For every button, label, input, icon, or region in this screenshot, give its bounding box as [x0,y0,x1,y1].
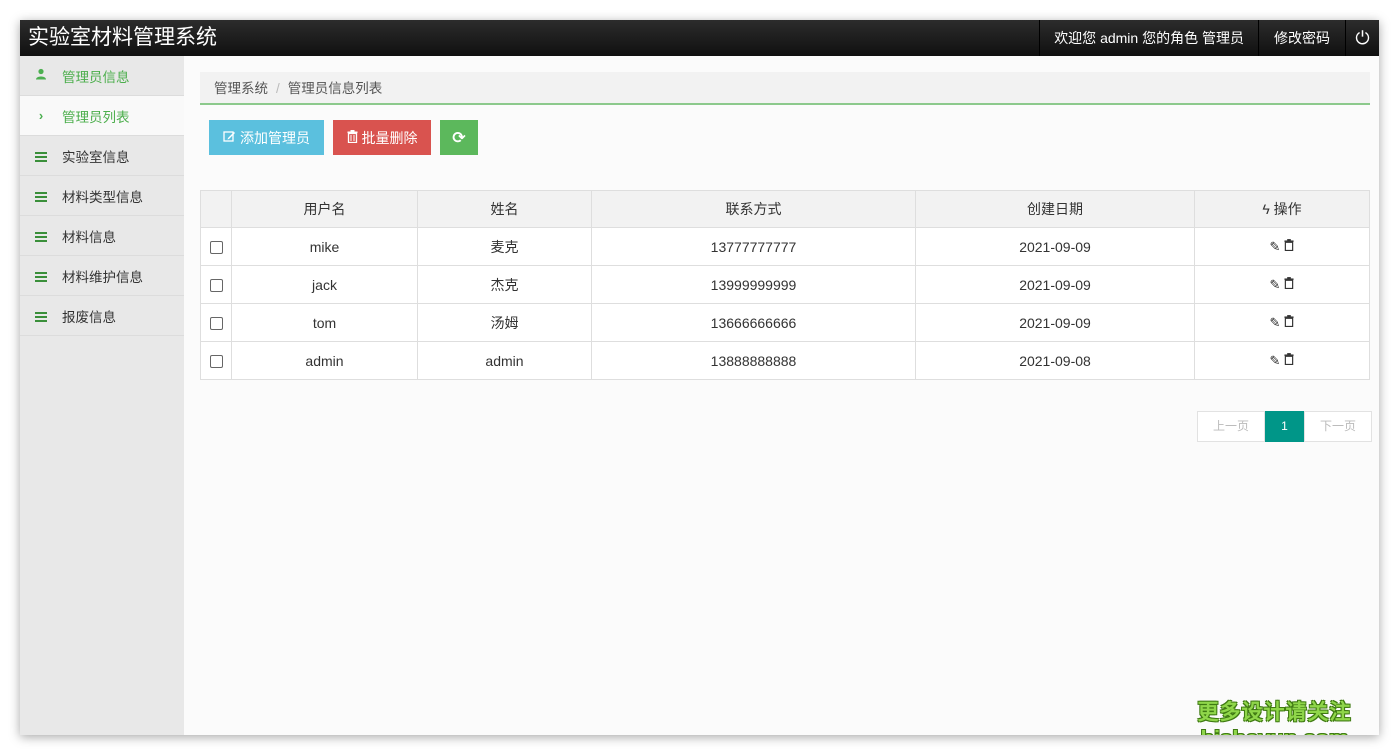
trash-icon [347,129,358,146]
edit-icon[interactable]: ✎ [1270,353,1281,368]
sidebar-item-label: 材料类型信息 [62,189,143,205]
sidebar-item-material-type[interactable]: 材料类型信息 [20,176,184,216]
row-checkbox-cell [200,303,232,342]
app-window: 实验室材料管理系统 欢迎您 admin 您的角色 管理员 修改密码 ⏻ 管理员信… [20,20,1379,735]
header-phone: 联系方式 [591,190,916,228]
header-created: 创建日期 [915,190,1195,228]
table-row: mike 麦克 13777777777 2021-09-09 ✎ [200,227,1370,266]
sidebar: 管理员信息 › 管理员列表 实验室信息 材料类型信息 材料信息 材料维护信息 报… [20,56,184,735]
breadcrumb: 管理系统 / 管理员信息列表 [200,72,1370,105]
top-navbar: 实验室材料管理系统 欢迎您 admin 您的角色 管理员 修改密码 ⏻ [20,20,1379,56]
cell-username: admin [231,341,418,380]
header-username: 用户名 [231,190,418,228]
breadcrumb-current: 管理员信息列表 [287,81,383,96]
header-name: 姓名 [417,190,592,228]
header-checkbox-cell [200,190,232,228]
row-checkbox-cell [200,341,232,380]
table-header-row: 用户名 姓名 联系方式 创建日期 ϟ 操作 [200,190,1370,228]
page-1-button[interactable]: 1 [1265,411,1304,442]
pagination: 上一页 1 下一页 [1197,411,1372,442]
batch-delete-label: 批量删除 [361,129,418,146]
batch-delete-button[interactable]: 批量删除 [333,120,431,155]
toolbar: 添加管理员 批量删除 ⟳ [209,120,478,155]
cell-actions: ✎ [1194,303,1370,342]
cell-username: jack [231,265,418,304]
edit-icon[interactable]: ✎ [1270,239,1281,254]
delete-icon[interactable] [1284,353,1294,368]
cell-phone: 13777777777 [591,227,916,266]
edit-icon [223,130,236,146]
sidebar-item-label: 管理员列表 [62,109,130,125]
cell-actions: ✎ [1194,227,1370,266]
sidebar-item-label: 实验室信息 [62,149,130,165]
row-checkbox[interactable] [209,279,223,293]
sidebar-item-scrap-info[interactable]: 报废信息 [20,296,184,336]
row-checkbox[interactable] [209,241,223,255]
admin-table: 用户名 姓名 联系方式 创建日期 ϟ 操作 mike 麦克 1377777777… [200,190,1370,380]
sidebar-item-label: 报废信息 [62,309,116,325]
cell-phone: 13999999999 [591,265,916,304]
prev-page-button[interactable]: 上一页 [1197,411,1265,442]
sidebar-item-label: 管理员信息 [62,69,130,85]
cell-created: 2021-09-09 [915,265,1195,304]
header-actions-label: 操作 [1273,201,1302,217]
cell-created: 2021-09-09 [915,303,1195,342]
sidebar-item-lab-info[interactable]: 实验室信息 [20,136,184,176]
cell-username: mike [231,227,418,266]
sidebar-item-admin-list[interactable]: › 管理员列表 [20,96,184,136]
menu-icon [20,308,62,323]
refresh-icon: ⟳ [452,129,466,147]
breadcrumb-separator: / [276,81,280,96]
breadcrumb-root[interactable]: 管理系统 [214,81,268,96]
cell-created: 2021-09-08 [915,341,1195,380]
cell-name: 麦克 [417,227,592,266]
power-icon[interactable]: ⏻ [1345,20,1379,56]
refresh-button[interactable]: ⟳ [440,120,478,155]
cell-actions: ✎ [1194,265,1370,304]
cell-username: tom [231,303,418,342]
menu-icon [20,148,62,163]
watermark: 更多设计请关注 bisheyun.com [1192,700,1357,735]
row-checkbox-cell [200,265,232,304]
edit-icon[interactable]: ✎ [1270,277,1281,292]
cell-name: admin [417,341,592,380]
sidebar-item-label: 材料信息 [62,229,116,245]
table-row: admin admin 13888888888 2021-09-08 ✎ [200,341,1370,380]
header-actions: ϟ 操作 [1194,190,1370,228]
menu-icon [20,188,62,203]
row-checkbox[interactable] [209,317,223,331]
next-page-button[interactable]: 下一页 [1304,411,1372,442]
add-admin-button[interactable]: 添加管理员 [209,120,324,155]
table-row: tom 汤姆 13666666666 2021-09-09 ✎ [200,303,1370,342]
cell-actions: ✎ [1194,341,1370,380]
delete-icon[interactable] [1284,277,1294,292]
chevron-right-icon: › [38,108,44,123]
menu-icon [20,228,62,243]
row-checkbox[interactable] [209,355,223,369]
main-content: 管理系统 / 管理员信息列表 添加管理员 批量删除 ⟳ 用户名 姓名 联系方式 … [184,56,1379,735]
cell-name: 杰克 [417,265,592,304]
edit-icon[interactable]: ✎ [1270,315,1281,330]
table-row: jack 杰克 13999999999 2021-09-09 ✎ [200,265,1370,304]
sidebar-item-material-info[interactable]: 材料信息 [20,216,184,256]
menu-icon [20,268,62,283]
cell-phone: 13888888888 [591,341,916,380]
cell-name: 汤姆 [417,303,592,342]
delete-icon[interactable] [1284,315,1294,330]
watermark-line2: bisheyun.com [1192,726,1357,735]
user-icon [20,68,62,83]
bolt-icon: ϟ [1262,201,1270,217]
add-admin-label: 添加管理员 [240,129,310,146]
cell-created: 2021-09-09 [915,227,1195,266]
sidebar-item-admin-info[interactable]: 管理员信息 [20,56,184,96]
sidebar-item-label: 材料维护信息 [62,269,143,285]
watermark-line1: 更多设计请关注 [1197,701,1352,724]
cell-phone: 13666666666 [591,303,916,342]
welcome-text: 欢迎您 admin 您的角色 管理员 [1039,20,1258,56]
change-password-link[interactable]: 修改密码 [1258,20,1345,56]
app-title: 实验室材料管理系统 [28,26,217,49]
sidebar-item-maintenance-info[interactable]: 材料维护信息 [20,256,184,296]
row-checkbox-cell [200,227,232,266]
delete-icon[interactable] [1284,239,1294,254]
